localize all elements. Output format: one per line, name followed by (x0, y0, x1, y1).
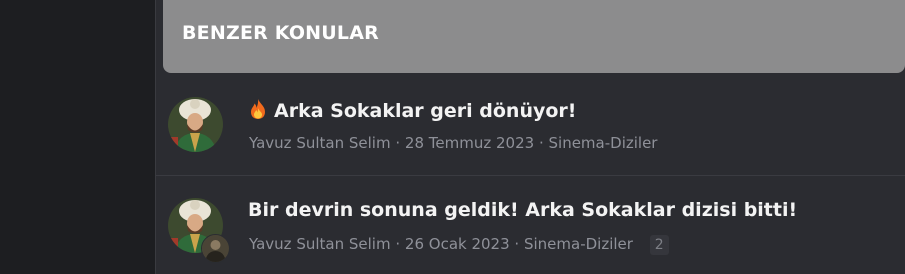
author-link[interactable]: Yavuz Sultan Selim (249, 235, 391, 253)
fire-icon (248, 98, 268, 120)
thread-item[interactable]: Bir devrin sonuna geldik! Arka Sokaklar … (156, 175, 905, 274)
thread-meta: Yavuz Sultan Selim · 26 Ocak 2023 · Sine… (249, 235, 669, 255)
avatar-icon[interactable] (168, 97, 223, 152)
thread-date[interactable]: 28 Temmuz 2023 (405, 134, 534, 152)
meta-separator: · (395, 134, 401, 152)
panel-title: BENZER KONULAR (182, 22, 379, 44)
thread-title-text: Arka Sokaklar geri dönüyor! (274, 100, 577, 122)
meta-separator: · (514, 235, 520, 253)
thread-date[interactable]: 26 Ocak 2023 (405, 235, 510, 253)
meta-separator: · (395, 235, 401, 253)
last-reply-avatar-icon[interactable] (201, 234, 230, 263)
page: BENZER KONULAR Arka Sokaklar geri dönüyo… (0, 0, 905, 274)
reply-count-badge: 2 (649, 235, 669, 255)
meta-separator: · (538, 134, 544, 152)
panel-header: BENZER KONULAR (163, 0, 905, 73)
thread-title-link[interactable]: Bir devrin sonuna geldik! Arka Sokaklar … (248, 199, 797, 221)
thread-item[interactable]: Arka Sokaklar geri dönüyor! Yavuz Sultan… (156, 75, 905, 174)
thread-meta: Yavuz Sultan Selim · 28 Temmuz 2023 · Si… (249, 134, 657, 152)
thread-title-link[interactable]: Arka Sokaklar geri dönüyor! (248, 98, 576, 122)
forum-link[interactable]: Sinema-Diziler (524, 235, 633, 253)
forum-link[interactable]: Sinema-Diziler (549, 134, 658, 152)
author-link[interactable]: Yavuz Sultan Selim (249, 134, 391, 152)
